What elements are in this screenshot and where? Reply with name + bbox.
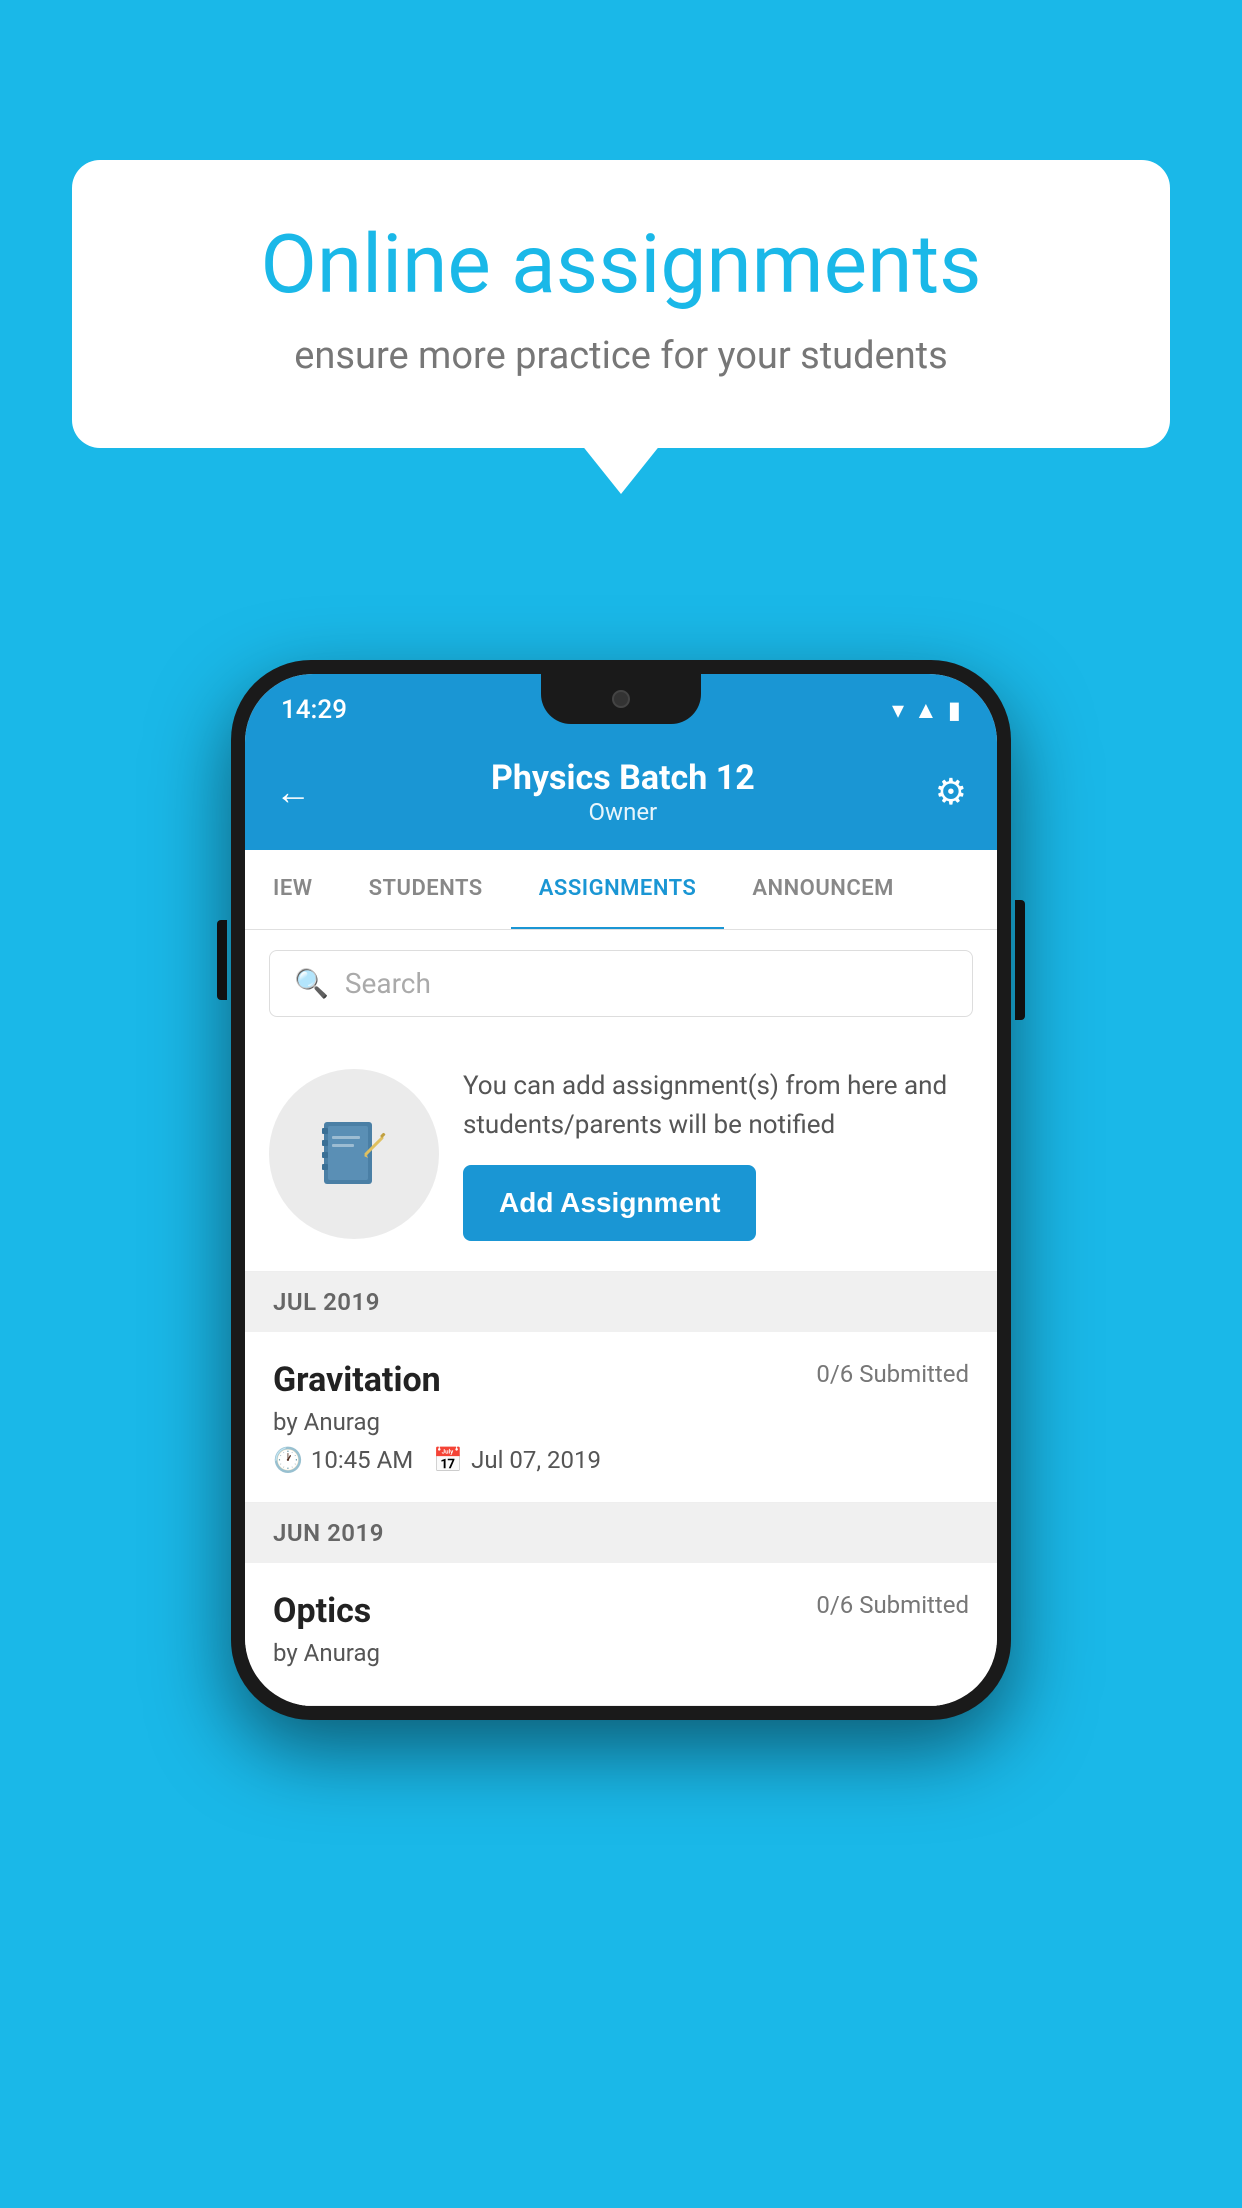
assignment-submitted: 0/6 Submitted [816,1360,969,1388]
assignment-meta: 🕐 10:45 AM 📅 Jul 07, 2019 [273,1446,969,1474]
search-placeholder: Search [345,967,431,1000]
promo-text: You can add assignment(s) from here and … [463,1067,973,1145]
speech-bubble-title: Online assignments [142,220,1100,310]
app-header: ← Physics Batch 12 Owner ⚙ [245,738,997,850]
meta-time: 🕐 10:45 AM [273,1446,413,1474]
settings-icon[interactable]: ⚙ [935,771,967,813]
month-separator-jul: JUL 2019 [245,1272,997,1332]
clock-icon: 🕐 [273,1446,303,1474]
phone-screen: 14:29 ▾ ▲ ▮ ← Physics Batch 12 Owner ⚙ I… [245,674,997,1706]
signal-icon: ▲ [914,696,938,725]
back-button[interactable]: ← [275,771,311,813]
assignment-name-optics: Optics [273,1591,371,1631]
wifi-icon: ▾ [892,696,904,724]
header-subtitle: Owner [311,798,935,826]
tab-iew[interactable]: IEW [245,850,341,929]
assignment-header: Gravitation 0/6 Submitted [273,1360,969,1400]
search-container: 🔍 Search [245,930,997,1037]
assignment-date: Jul 07, 2019 [471,1446,601,1474]
status-icons: ▾ ▲ ▮ [892,696,961,725]
assignment-header-optics: Optics 0/6 Submitted [273,1591,969,1631]
notch [541,674,701,724]
promo-icon-circle [269,1069,439,1239]
tab-assignments[interactable]: ASSIGNMENTS [511,850,725,930]
speech-bubble-container: Online assignments ensure more practice … [72,160,1170,448]
assignment-item-optics[interactable]: Optics 0/6 Submitted by Anurag [245,1563,997,1706]
camera [612,690,630,708]
tabs-container: IEW STUDENTS ASSIGNMENTS ANNOUNCEM [245,850,997,930]
calendar-icon: 📅 [433,1446,463,1474]
search-bar[interactable]: 🔍 Search [269,950,973,1017]
speech-bubble: Online assignments ensure more practice … [72,160,1170,448]
battery-icon: ▮ [948,696,961,724]
header-title: Physics Batch 12 [311,758,935,798]
search-icon: 🔍 [294,967,329,1000]
phone-outer: 14:29 ▾ ▲ ▮ ← Physics Batch 12 Owner ⚙ I… [231,660,1011,1720]
assignment-time: 10:45 AM [311,1446,413,1474]
assignment-submitted-optics: 0/6 Submitted [816,1591,969,1619]
speech-bubble-subtitle: ensure more practice for your students [142,334,1100,378]
assignment-by-optics: by Anurag [273,1639,969,1667]
assignment-name: Gravitation [273,1360,441,1400]
status-time: 14:29 [281,695,347,725]
assignment-by: by Anurag [273,1408,969,1436]
month-separator-jun: JUN 2019 [245,1503,997,1563]
promo-block: You can add assignment(s) from here and … [245,1037,997,1272]
add-assignment-button[interactable]: Add Assignment [463,1165,756,1241]
header-title-container: Physics Batch 12 Owner [311,758,935,826]
meta-date: 📅 Jul 07, 2019 [433,1446,601,1474]
assignment-item-gravitation[interactable]: Gravitation 0/6 Submitted by Anurag 🕐 10… [245,1332,997,1503]
phone-wrapper: 14:29 ▾ ▲ ▮ ← Physics Batch 12 Owner ⚙ I… [231,660,1011,1720]
tab-announcements[interactable]: ANNOUNCEM [724,850,922,929]
promo-content: You can add assignment(s) from here and … [463,1067,973,1241]
notebook-icon [314,1114,394,1194]
tab-students[interactable]: STUDENTS [341,850,511,929]
